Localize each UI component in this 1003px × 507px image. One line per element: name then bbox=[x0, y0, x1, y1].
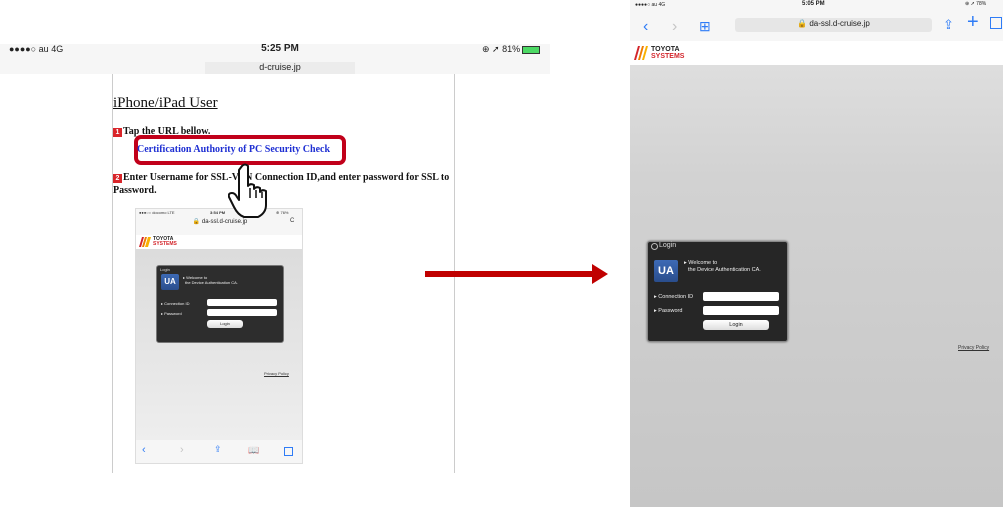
inset-carrier: ●●●○○ docomo LTE bbox=[139, 210, 175, 215]
left-status-bar: ●●●●○ au 4G 5:25 PM ⊕ ➚ 81% bbox=[0, 43, 550, 62]
inset-battery: ⊕ 76% bbox=[276, 210, 289, 215]
step-2-number: 2 bbox=[113, 174, 122, 183]
pointing-hand-cursor-icon bbox=[228, 163, 267, 218]
inset-logo-bar: TOYOTA SYSTEMS bbox=[136, 235, 302, 249]
privacy-policy-link[interactable]: Privacy Policy bbox=[958, 345, 989, 351]
inset-connection-input[interactable] bbox=[207, 299, 277, 306]
inset-login-button[interactable]: Login bbox=[207, 320, 243, 328]
right-phone-screenshot: ●●●●○ au 4G 5:05 PM ⊕ ➚ 78% ‹ › ⊞ 🔒 da-s… bbox=[630, 0, 1003, 507]
welcome-line-2: the Device Authentication CA. bbox=[688, 267, 761, 273]
toyota-systems-logo-icon bbox=[139, 237, 151, 247]
welcome-line-1: ▸ Welcome to bbox=[684, 260, 718, 266]
cert-authority-link[interactable]: Certification Authority of PC Security C… bbox=[137, 144, 330, 155]
login-panel: Login UA ▸ Welcome to the Device Authent… bbox=[647, 241, 788, 342]
inset-tabs-icon[interactable] bbox=[284, 447, 293, 456]
tabs-icon[interactable] bbox=[990, 17, 1002, 29]
inset-url[interactable]: 🔒 da-ssl.d-cruise.jp bbox=[146, 218, 294, 228]
inset-footer-toolbar: ‹ › ⇪ 📖 bbox=[136, 440, 302, 463]
right-logo-bottom: SYSTEMS bbox=[651, 53, 685, 60]
right-url: 🔒 da-ssl.d-cruise.jp bbox=[797, 19, 870, 28]
inset-privacy-link[interactable]: Privacy Policy bbox=[264, 371, 289, 376]
back-icon[interactable]: ‹ bbox=[643, 19, 648, 35]
left-address-bar: d-cruise.jp bbox=[0, 62, 550, 74]
right-browser-toolbar: ‹ › ⊞ 🔒 da-ssl.d-cruise.jp C ⇪ + bbox=[630, 12, 1003, 42]
inset-back-icon[interactable]: ‹ bbox=[142, 444, 146, 456]
inset-time: 3:54 PM bbox=[210, 210, 226, 215]
status-time: 5:25 PM bbox=[261, 43, 299, 54]
step-1-number: 1 bbox=[113, 128, 122, 137]
inset-logo-bottom: SYSTEMS bbox=[153, 241, 177, 247]
password-label: ▸ Password bbox=[654, 308, 683, 314]
inset-login-header: Login bbox=[160, 267, 170, 272]
connection-id-label: ▸ Connection ID bbox=[654, 294, 694, 300]
right-time: 5:05 PM bbox=[802, 1, 825, 7]
share-icon[interactable]: ⇪ bbox=[943, 17, 954, 33]
inset-password-label: ▸ Password bbox=[161, 311, 182, 316]
inset-bookmarks-icon[interactable]: 📖 bbox=[248, 445, 259, 456]
connection-id-input[interactable] bbox=[703, 292, 779, 301]
inset-reload-icon[interactable]: C bbox=[290, 218, 294, 224]
inset-phone-screenshot: ●●●○○ docomo LTE 3:54 PM ⊕ 76% 🔒 da-ssl.… bbox=[135, 208, 303, 464]
inset-login-panel: Login UA ▸ Welcome to the Device Authent… bbox=[156, 265, 284, 343]
login-button[interactable]: Login bbox=[703, 320, 769, 330]
carrier-signal: ●●●●○ au 4G bbox=[9, 44, 64, 54]
inset-password-input[interactable] bbox=[207, 309, 277, 316]
inset-toolbar: ●●●○○ docomo LTE 3:54 PM ⊕ 76% 🔒 da-ssl.… bbox=[136, 209, 302, 235]
step-2: 2 Enter Username for SSL-VPN Connection I… bbox=[113, 171, 453, 197]
login-header: Login bbox=[659, 242, 677, 249]
login-header-icon bbox=[651, 243, 658, 250]
arrow-head-icon bbox=[592, 264, 608, 284]
right-address-bar[interactable]: 🔒 da-ssl.d-cruise.jp C bbox=[735, 18, 932, 32]
right-carrier: ●●●●○ au 4G bbox=[635, 2, 666, 8]
inset-ua-icon: UA bbox=[161, 274, 179, 290]
right-logo-bar: TOYOTA SYSTEMS bbox=[630, 41, 1003, 65]
right-status-bar: ●●●●○ au 4G 5:05 PM ⊕ ➚ 78% bbox=[630, 0, 1003, 14]
inset-forward-icon[interactable]: › bbox=[180, 444, 184, 456]
step-2-text: Enter Username for SSL-VPN Connection ID… bbox=[113, 172, 450, 196]
ua-icon: UA bbox=[654, 260, 678, 282]
battery-label: ⊕ ➚ 81% bbox=[482, 44, 521, 54]
bookmarks-icon[interactable]: ⊞ bbox=[699, 18, 711, 34]
right-logo-top: TOYOTA bbox=[651, 46, 680, 53]
doc-heading: iPhone/iPad User bbox=[113, 95, 218, 111]
toyota-systems-logo-icon bbox=[634, 46, 648, 60]
forward-icon[interactable]: › bbox=[672, 19, 677, 35]
instruction-document: iPhone/iPad User 1 Tap the URL bellow. Ce… bbox=[112, 74, 455, 473]
inset-connection-label: ▸ Connection ID bbox=[161, 301, 190, 306]
new-tab-icon[interactable]: + bbox=[967, 12, 979, 32]
inset-welcome-2: the Device Authentication CA. bbox=[185, 280, 238, 285]
battery-status: ⊕ ➚ 81% bbox=[482, 44, 541, 55]
password-input[interactable] bbox=[703, 306, 779, 315]
inset-share-icon[interactable]: ⇪ bbox=[214, 444, 222, 455]
battery-icon bbox=[522, 45, 541, 54]
arrow-shaft bbox=[425, 271, 595, 277]
address-url[interactable]: d-cruise.jp bbox=[205, 62, 355, 74]
right-battery: ⊕ ➚ 78% bbox=[965, 1, 987, 7]
